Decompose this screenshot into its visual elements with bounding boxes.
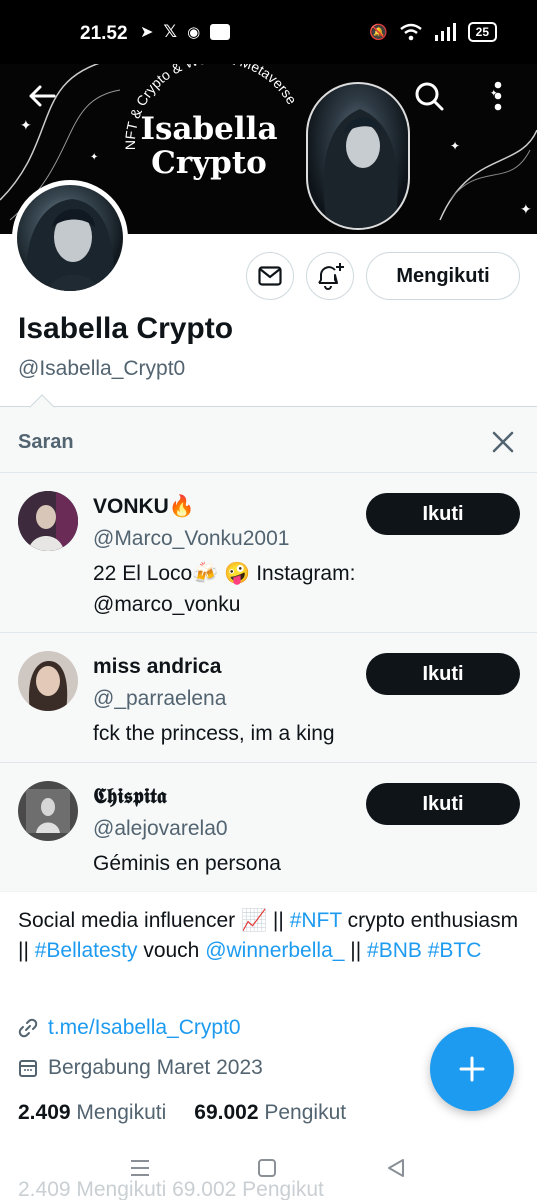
calendar-icon (19, 1060, 37, 1077)
back-arrow-icon (29, 85, 56, 107)
home-square-icon (258, 1159, 276, 1177)
suggestions-panel: Saran VONKU🔥 @Marco_Vonku2001 22 El Loco… (0, 394, 537, 893)
follow-stats: 2.409 Mengikuti 69.002 Pengikut (18, 1101, 346, 1125)
battery-indicator: 25 (467, 22, 497, 42)
bio-text: Social media influencer 📈 || (18, 909, 290, 932)
suggestion-handle: @_parraelena (93, 687, 227, 710)
compose-button[interactable] (430, 1027, 514, 1111)
app-icon (210, 24, 231, 40)
website-link[interactable]: t.me/Isabella_Crypt0 (48, 1016, 241, 1040)
suggestion-avatar[interactable] (18, 651, 78, 711)
link-icon (18, 1018, 38, 1038)
svg-text:✦: ✦ (90, 152, 98, 163)
menu-icon (131, 1160, 149, 1176)
mail-icon (258, 266, 282, 286)
telegram-icon: ➤ (140, 24, 154, 41)
follow-button[interactable]: Ikuti (366, 653, 520, 695)
signal-icon (434, 23, 456, 41)
bio-link[interactable]: @winnerbella_ (205, 939, 344, 962)
suggestion-bio: Géminis en persona (93, 852, 281, 875)
suggestion-item[interactable]: VONKU🔥 @Marco_Vonku2001 22 El Loco🍻 🤪 In… (0, 473, 537, 633)
status-time: 21.52 (80, 23, 128, 44)
bell-plus-icon (318, 263, 344, 290)
followers-stat[interactable]: 69.002 Pengikut (194, 1101, 346, 1125)
svg-text:✦: ✦ (450, 139, 460, 153)
profile-bio: Social media influencer 📈 || #NFT crypto… (18, 906, 528, 966)
suggestions-title: Saran (18, 431, 74, 453)
plus-icon (459, 1056, 485, 1082)
svg-text:✦: ✦ (520, 201, 532, 217)
bio-link[interactable]: #NFT (290, 909, 342, 932)
search-icon (415, 82, 444, 111)
profile-handle: @Isabella_Crypt0 (18, 357, 186, 380)
suggestion-handle: @Marco_Vonku2001 (93, 527, 290, 550)
website-row: t.me/Isabella_Crypt0 (18, 1016, 241, 1040)
wifi-icon (399, 23, 422, 41)
follow-button[interactable]: Ikuti (366, 493, 520, 535)
back-button[interactable] (20, 74, 64, 118)
follow-button[interactable]: Ikuti (366, 783, 520, 825)
x-icon: 𝕏 (163, 22, 178, 41)
suggestion-name[interactable]: VONKU🔥 (93, 495, 195, 519)
banner-title: Isabella Crypto (140, 111, 278, 181)
suggestion-name[interactable]: miss andrica (93, 655, 221, 679)
following-button[interactable]: Mengikuti (366, 252, 520, 300)
system-back-button[interactable] (378, 1152, 414, 1184)
bio-link[interactable]: #BTC (428, 939, 482, 962)
bio-text: || (344, 939, 368, 962)
status-bar: 21.52 ➤ 𝕏 ◉ 🔕 25 (0, 0, 537, 64)
profile-name: Isabella Crypto (18, 312, 234, 345)
joined-date: Bergabung Maret 2023 (48, 1056, 263, 1079)
close-suggestions-button[interactable] (486, 425, 520, 459)
suggestion-item[interactable]: miss andrica @_parraelena fck the prince… (0, 633, 537, 763)
suggestion-bio: 22 El Loco🍻 🤪 Instagram: @marco_vonku (93, 562, 356, 616)
joined-row: Bergabung Maret 2023 (18, 1056, 263, 1080)
suggestion-handle: @alejovarela0 (93, 817, 228, 840)
following-stat[interactable]: 2.409 Mengikuti (18, 1101, 166, 1125)
suggestion-bio: fck the princess, im a king (93, 722, 335, 745)
message-button[interactable] (246, 252, 294, 300)
profile-avatar[interactable] (12, 180, 128, 296)
notifications-button[interactable] (306, 252, 354, 300)
back-triangle-icon (388, 1159, 404, 1177)
bio-text: vouch (137, 939, 206, 962)
home-button[interactable] (249, 1152, 285, 1184)
close-icon (492, 431, 514, 453)
chrome-icon: ◉ (187, 24, 201, 41)
svg-text:✦: ✦ (20, 117, 32, 133)
suggestion-avatar[interactable] (18, 491, 78, 551)
bio-link[interactable]: #Bellatesty (35, 939, 138, 962)
suggestion-avatar[interactable] (18, 781, 78, 841)
more-vertical-icon (494, 81, 502, 111)
more-options-button[interactable] (476, 74, 520, 118)
search-button[interactable] (407, 74, 451, 118)
banner-portrait (306, 82, 410, 230)
suggestion-item[interactable]: 𝕮𝖍𝖎𝖘𝖕𝖎𝖙𝖆 @alejovarela0 Géminis en person… (0, 763, 537, 893)
bio-link[interactable]: #BNB (367, 939, 422, 962)
suggestion-name[interactable]: 𝕮𝖍𝖎𝖘𝖕𝖎𝖙𝖆 (93, 785, 167, 809)
mute-icon: 🔕 (368, 24, 388, 41)
recent-apps-button[interactable] (122, 1152, 158, 1184)
